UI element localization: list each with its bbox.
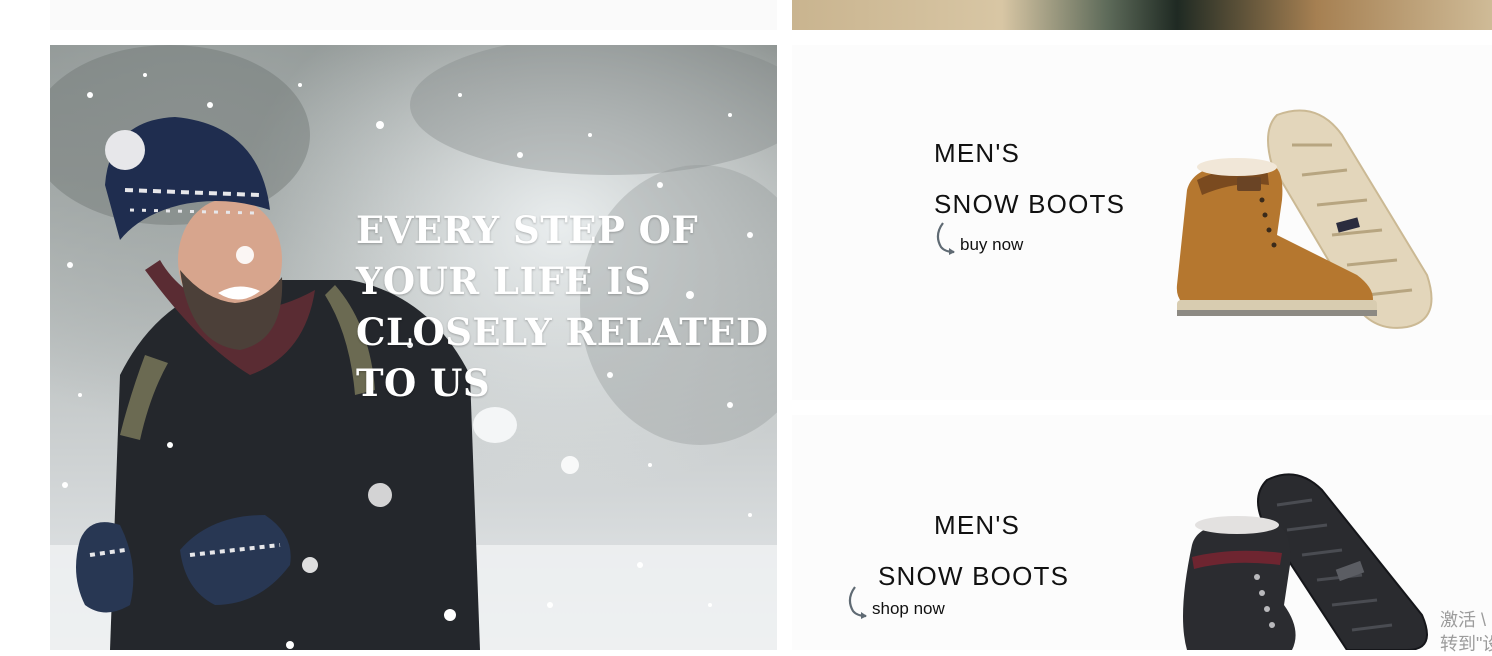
buy-now-label: buy now <box>960 235 1024 254</box>
hero-headline-line: TO US <box>356 361 491 405</box>
activation-watermark: 激活 \ 转到"设 <box>1440 608 1492 656</box>
banner-title-line1: MEN'S <box>934 138 1021 168</box>
black-boot-image <box>1183 473 1428 650</box>
watermark-line1: 激活 \ <box>1440 610 1487 630</box>
watermark-line2: 转到"设 <box>1440 634 1492 654</box>
tan-boot-image <box>1176 109 1433 329</box>
buy-now-link[interactable]: buy now <box>934 221 1023 255</box>
curved-arrow-icon <box>936 222 955 255</box>
previous-row-right-image <box>792 0 1492 30</box>
product-banner-black-boots[interactable]: MEN'S SNOW BOOTS shop now <box>792 415 1492 650</box>
shop-now-link[interactable]: shop now <box>846 585 945 619</box>
hero-headline: EVERY STEP OF YOUR LIFE IS CLOSELY RELAT… <box>356 205 776 409</box>
banner-title-line2: SNOW BOOTS <box>934 189 1126 219</box>
shop-now-label: shop now <box>872 599 945 618</box>
previous-row-left-image <box>50 0 777 30</box>
curved-arrow-icon <box>848 586 867 619</box>
banner-title-line1: MEN'S <box>934 510 1021 540</box>
hero-headline-line: EVERY STEP OF <box>356 208 699 252</box>
winter-hero-image[interactable]: EVERY STEP OF YOUR LIFE IS CLOSELY RELAT… <box>50 45 777 650</box>
hero-headline-line: CLOSELY RELATED <box>356 310 769 354</box>
hero-headline-line: YOUR LIFE IS <box>356 259 652 303</box>
product-banner-tan-boots[interactable]: MEN'S SNOW BOOTS buy now <box>792 45 1492 400</box>
